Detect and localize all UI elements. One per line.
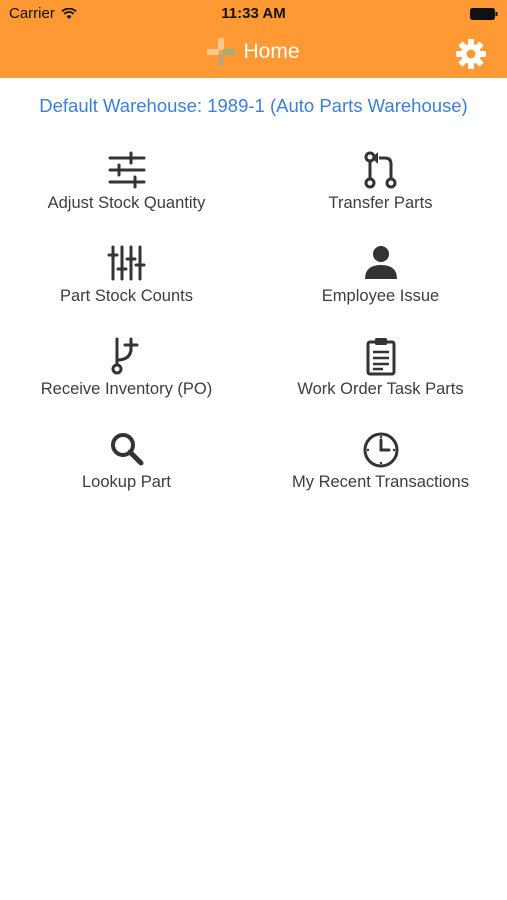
menu-work-order-task-parts[interactable]: Work Order Task Parts [254, 336, 507, 426]
user-icon [364, 246, 397, 279]
menu-label: Adjust Stock Quantity [47, 194, 206, 212]
menu-label: My Recent Transactions [292, 473, 469, 491]
menu-transfer-parts[interactable]: Transfer Parts [254, 150, 507, 240]
status-bar: Carrier 11:33 AM [0, 0, 507, 28]
branch-plus-icon [111, 337, 138, 375]
nav-bar: Home [0, 30, 507, 78]
menu-part-stock-counts[interactable]: Part Stock Counts [0, 243, 253, 333]
menu-label: Work Order Task Parts [297, 380, 464, 398]
menu-employee-issue[interactable]: Employee Issue [254, 243, 507, 333]
status-time: 11:33 AM [221, 5, 286, 22]
menu-my-recent-transactions[interactable]: My Recent Transactions [254, 429, 507, 519]
battery-icon [470, 8, 498, 20]
menu-label: Employee Issue [321, 287, 440, 305]
gear-icon[interactable] [455, 38, 487, 70]
menu-lookup-part[interactable]: Lookup Part [0, 429, 253, 519]
app-logo-icon [207, 38, 236, 66]
menu-label: Transfer Parts [328, 194, 433, 212]
default-warehouse-link[interactable]: Default Warehouse: 1989-1 (Auto Parts Wa… [0, 95, 507, 117]
menu-label: Lookup Part [82, 473, 171, 491]
app-header: Carrier 11:33 AM Home [0, 0, 507, 78]
search-icon [110, 433, 143, 466]
menu-label: Receive Inventory (PO) [40, 380, 213, 398]
vertical-sliders-icon [107, 245, 145, 281]
menu-adjust-stock-quantity[interactable]: Adjust Stock Quantity [0, 150, 253, 240]
sliders-icon [108, 151, 145, 189]
clock-icon [363, 432, 398, 468]
page-title: Home [243, 40, 300, 63]
menu-label: Part Stock Counts [60, 287, 193, 305]
transfer-icon [364, 151, 396, 189]
menu-receive-inventory[interactable]: Receive Inventory (PO) [0, 336, 253, 426]
clipboard-icon [366, 338, 395, 376]
